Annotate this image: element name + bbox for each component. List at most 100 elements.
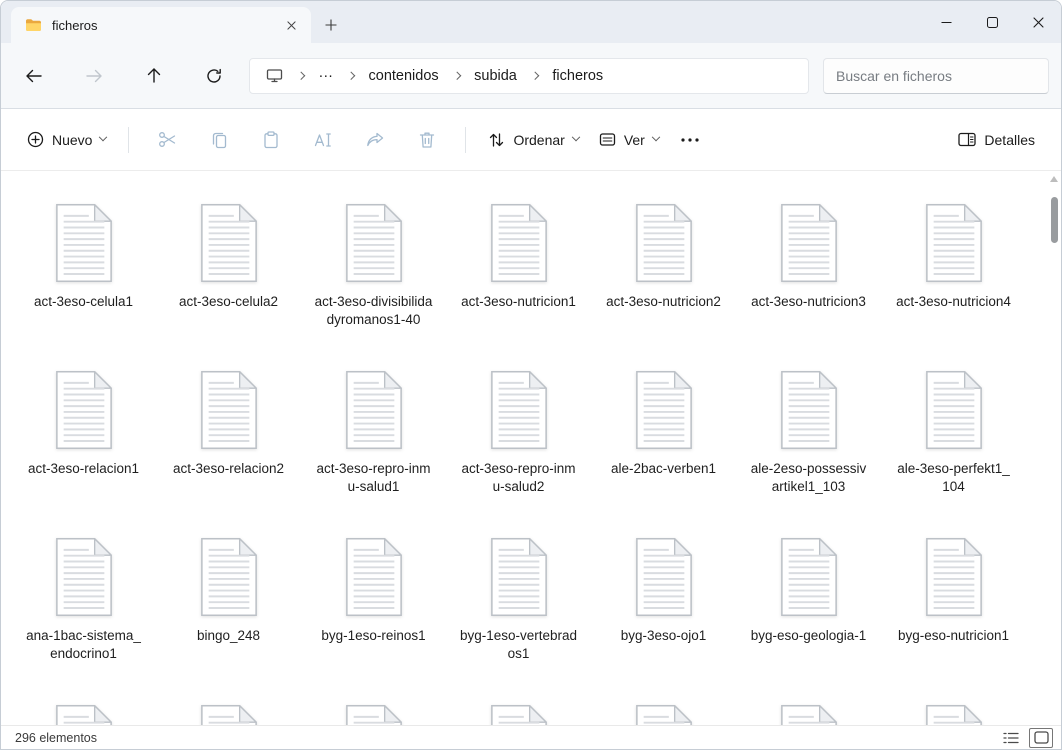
document-icon — [198, 203, 260, 283]
rename-button[interactable] — [297, 122, 349, 158]
file-item[interactable]: byg-eso-geologia-1 — [736, 537, 881, 662]
arrow-right-icon — [85, 68, 103, 84]
share-button[interactable] — [349, 122, 401, 158]
view-icon — [599, 132, 616, 147]
file-name: act-3eso-repro-inmu-salud2 — [460, 460, 578, 495]
sort-icon — [488, 132, 505, 148]
tab-close-button[interactable] — [279, 13, 303, 37]
file-item[interactable]: act-3eso-celula1 — [11, 203, 156, 328]
file-item[interactable]: act-3eso-relacion2 — [156, 370, 301, 495]
breadcrumb-collapsed[interactable]: ··· — [311, 64, 342, 88]
breadcrumb-subida[interactable]: subida — [466, 64, 525, 88]
document-icon — [198, 704, 260, 725]
ver-button[interactable]: Ver — [589, 122, 669, 158]
file-item[interactable]: byg-3eso-ojo1 — [591, 537, 736, 662]
file-item[interactable]: bingo_248 — [156, 537, 301, 662]
file-item[interactable]: act-3eso-repro-inmu-salud1 — [301, 370, 446, 495]
chevron-right-icon[interactable] — [531, 72, 539, 80]
file-item[interactable] — [156, 704, 301, 725]
file-item[interactable]: byg-1eso-reinos1 — [301, 537, 446, 662]
document-icon — [488, 370, 550, 450]
ordenar-button[interactable]: Ordenar — [478, 122, 588, 158]
scroll-up-arrow-icon[interactable] — [1050, 176, 1058, 182]
forward-button[interactable] — [77, 59, 111, 93]
breadcrumb-ficheros[interactable]: ficheros — [544, 64, 611, 88]
document-icon — [488, 537, 550, 617]
file-name: act-3eso-nutricion2 — [606, 293, 721, 311]
address-bar[interactable]: ··· contenidos subida ficheros — [249, 58, 809, 94]
chevron-down-icon — [652, 132, 660, 140]
detalles-button[interactable]: Detalles — [948, 122, 1045, 158]
search-box[interactable] — [823, 58, 1049, 94]
file-item[interactable]: ana-1bac-sistema_endocrino1 — [11, 537, 156, 662]
file-item[interactable] — [446, 704, 591, 725]
document-icon — [633, 203, 695, 283]
chevron-down-icon — [99, 132, 107, 140]
file-item[interactable]: act-3eso-divisibilidadyromanos1-40 — [301, 203, 446, 328]
copy-button[interactable] — [193, 122, 245, 158]
details-view-button[interactable] — [999, 728, 1023, 748]
file-item[interactable] — [301, 704, 446, 725]
close-button[interactable] — [1015, 1, 1061, 43]
chevron-down-icon — [572, 132, 580, 140]
breadcrumb-contenidos[interactable]: contenidos — [361, 64, 447, 88]
close-icon — [287, 21, 296, 30]
items-count: 296 elementos — [15, 731, 97, 745]
file-item[interactable]: act-3eso-nutricion4 — [881, 203, 1026, 328]
back-button[interactable] — [17, 59, 51, 93]
more-options-button[interactable] — [669, 122, 711, 158]
nuevo-button[interactable]: Nuevo — [17, 122, 116, 158]
new-tab-button[interactable] — [319, 13, 343, 37]
monitor-icon — [266, 68, 283, 83]
breadcrumb-this-pc[interactable] — [258, 64, 291, 87]
plus-circle-icon — [27, 131, 44, 148]
file-name: act-3eso-nutricion3 — [751, 293, 866, 311]
file-item[interactable] — [591, 704, 736, 725]
cut-button[interactable] — [141, 122, 193, 158]
file-item[interactable]: act-3eso-celula2 — [156, 203, 301, 328]
file-item[interactable] — [881, 704, 1026, 725]
document-icon — [343, 704, 405, 725]
file-item[interactable]: ale-2bac-verben1 — [591, 370, 736, 495]
chevron-right-icon[interactable] — [453, 72, 461, 80]
refresh-button[interactable] — [197, 59, 231, 93]
file-item[interactable]: act-3eso-nutricion2 — [591, 203, 736, 328]
file-item[interactable]: act-3eso-nutricion3 — [736, 203, 881, 328]
up-button[interactable] — [137, 59, 171, 93]
file-item[interactable]: act-3eso-repro-inmu-salud2 — [446, 370, 591, 495]
document-icon — [923, 704, 985, 725]
file-item[interactable]: byg-eso-nutricion1 — [881, 537, 1026, 662]
title-bar: ficheros — [1, 1, 1061, 43]
chevron-right-icon[interactable] — [297, 72, 305, 80]
vertical-scrollbar[interactable] — [1047, 171, 1061, 725]
file-name: act-3eso-celula2 — [179, 293, 278, 311]
document-icon — [53, 370, 115, 450]
file-item[interactable] — [736, 704, 881, 725]
chevron-right-icon[interactable] — [347, 72, 355, 80]
file-name: ale-2eso-possessivartikel1_103 — [750, 460, 868, 495]
document-icon — [198, 370, 260, 450]
file-item[interactable]: byg-1eso-vertebrados1 — [446, 537, 591, 662]
file-item[interactable]: act-3eso-nutricion1 — [446, 203, 591, 328]
thumbnails-view-button[interactable] — [1029, 728, 1053, 748]
document-icon — [343, 537, 405, 617]
document-icon — [923, 203, 985, 283]
toolbar: Nuevo Ordenar Ver — [1, 109, 1061, 171]
scrollbar-thumb[interactable] — [1051, 197, 1058, 243]
search-input[interactable] — [836, 68, 1036, 84]
file-name: act-3eso-celula1 — [34, 293, 133, 311]
maximize-button[interactable] — [969, 1, 1015, 43]
file-area: act-3eso-celula1 act-3eso-celula2 act-3e… — [1, 171, 1061, 725]
file-item[interactable]: act-3eso-relacion1 — [11, 370, 156, 495]
file-item[interactable]: ale-3eso-perfekt1_104 — [881, 370, 1026, 495]
file-item[interactable]: ale-2eso-possessivartikel1_103 — [736, 370, 881, 495]
file-item[interactable] — [11, 704, 156, 725]
minimize-button[interactable] — [923, 1, 969, 43]
delete-button[interactable] — [401, 122, 453, 158]
explorer-window: ficheros — [0, 0, 1062, 750]
document-icon — [778, 704, 840, 725]
document-icon — [53, 704, 115, 725]
file-name: byg-eso-nutricion1 — [898, 627, 1009, 645]
tab-ficheros[interactable]: ficheros — [11, 7, 311, 43]
paste-button[interactable] — [245, 122, 297, 158]
